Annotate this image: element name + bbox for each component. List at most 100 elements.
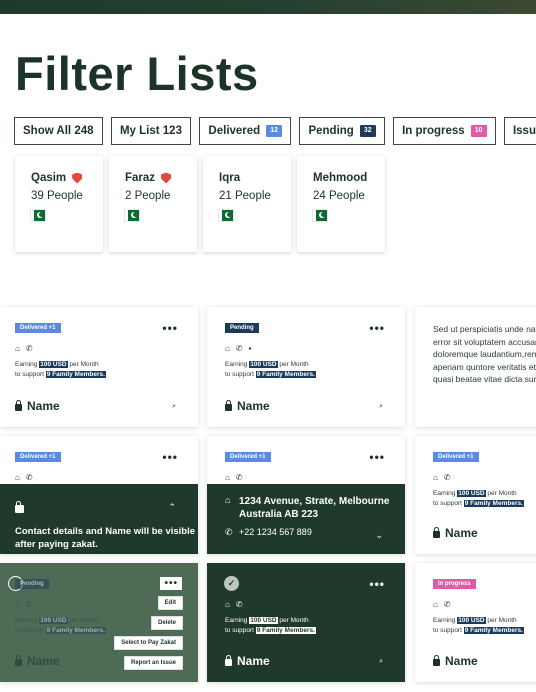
tab-issue[interactable]: Issue — [503, 117, 536, 145]
phone-icon: ✆ — [235, 344, 243, 353]
tab-in-progress[interactable]: In progress 10 — [393, 117, 496, 145]
tab-show-all[interactable]: Show All 248 — [14, 117, 103, 145]
person-name: Faraz — [125, 172, 156, 184]
status-badge: Pending — [15, 579, 49, 589]
tab-pending[interactable]: Pending 32 — [299, 117, 385, 145]
lock-icon — [225, 655, 232, 666]
more-options-button[interactable]: ••• — [369, 577, 385, 591]
beneficiary-card[interactable]: Sed ut perspiciatis unde natus error sit… — [415, 307, 536, 427]
lock-icon — [15, 400, 22, 411]
search-icon[interactable]: ⌕ — [379, 403, 383, 411]
tab-delivered[interactable]: Delivered 12 — [199, 117, 291, 145]
name-label: Name — [445, 654, 478, 668]
home-icon: ⌂ — [225, 600, 230, 609]
locked-message: Contact details and Name will be visible… — [15, 526, 196, 550]
contact-details: ⌂ 1234 Avenue, Strate, Melbourne Austral… — [207, 484, 405, 554]
phone-icon: ✆ — [25, 600, 33, 609]
verified-shield-icon — [161, 172, 172, 184]
beneficiary-card[interactable]: Pending ••• ⌂ ✆ ▪ Earning 100 USD per Mont… — [207, 307, 405, 427]
status-badge: Delivered +1 — [15, 452, 61, 462]
beneficiary-card-checked[interactable]: ✓ ••• ⌂ ✆ Earning 100 USD per Month to su… — [207, 563, 405, 682]
name-label: Name — [237, 654, 270, 668]
status-badge: Pending — [225, 323, 259, 333]
earning-info: Earning 100 USD per Month to support 9 F… — [15, 617, 106, 634]
count-badge: 32 — [359, 125, 376, 137]
chevron-up-icon[interactable]: ⌃ — [168, 502, 176, 513]
beneficiary-card[interactable]: Delivered +1 ••• ⌂ ✆ Earning 100 USD per … — [0, 307, 198, 427]
tab-my-list[interactable]: My List 123 — [110, 117, 191, 145]
people-count: 2 People — [125, 190, 171, 202]
tab-label: Delivered — [208, 125, 261, 137]
name-label: Name — [27, 654, 60, 668]
person-name: Iqra — [219, 172, 241, 184]
pakistan-flag-icon — [219, 210, 233, 221]
search-icon[interactable]: ⌕ — [172, 403, 176, 411]
name-label: Name — [237, 399, 270, 413]
lock-icon — [225, 400, 232, 411]
phone-icon: ✆ — [225, 527, 233, 537]
count-badge: 10 — [470, 125, 487, 137]
phone-icon: ✆ — [443, 600, 451, 609]
person-name: Qasim — [31, 172, 67, 184]
description-text: Sed ut perspiciatis unde natus error sit… — [433, 324, 536, 384]
earning-info: Earning 100 USD per Month to support 9 F… — [225, 617, 316, 634]
home-icon: ⌂ — [225, 344, 230, 353]
menu-item-delete[interactable]: Delete — [150, 616, 183, 630]
search-icon[interactable]: ⌕ — [379, 658, 383, 666]
count-badge: 12 — [266, 125, 282, 137]
id-card-icon: ▪ — [248, 344, 252, 353]
earning-info: Earning 100 USD per Month to support 9 F… — [433, 490, 524, 507]
home-icon: ⌂ — [15, 600, 20, 609]
status-badge: Delivered +1 — [433, 452, 479, 462]
more-options-button[interactable]: ••• — [369, 450, 385, 464]
beneficiary-card[interactable]: Delivered +1 ••• ⌂ ✆ ⌃ Contact details an… — [0, 436, 198, 554]
home-icon: ⌂ — [225, 473, 230, 482]
person-card-faraz[interactable]: Faraz 2 People — [109, 156, 197, 252]
pakistan-flag-icon — [125, 210, 139, 221]
phone-icon: ✆ — [443, 473, 451, 482]
status-badge: Delivered +1 — [225, 452, 271, 462]
beneficiary-card[interactable]: Delivered +1 ••• ⌂ ✆ ⌂ 1234 Avenue, Strat… — [207, 436, 405, 554]
more-options-button[interactable]: ••• — [162, 321, 178, 335]
phone-number: +22 1234 567 889 — [239, 527, 312, 537]
person-card-iqra[interactable]: Iqra 21 People — [203, 156, 291, 252]
beneficiary-card-selected[interactable]: Pending ••• ⌂ ✆ Earning 100 USD per Month… — [0, 563, 198, 682]
phone-icon: ✆ — [235, 600, 243, 609]
beneficiary-card[interactable]: Delivered +1 ⌂ ✆ Earning 100 USD per Mont… — [415, 436, 536, 554]
home-icon: ⌂ — [433, 473, 438, 482]
people-count: 24 People — [313, 190, 365, 202]
beneficiary-card[interactable]: In progress ⌂ ✆ Earning 100 USD per Month… — [415, 563, 536, 682]
lock-icon — [433, 655, 440, 666]
more-options-button[interactable]: ••• — [162, 450, 178, 464]
top-bar — [0, 0, 536, 14]
tab-label: Issue — [512, 125, 536, 137]
pakistan-flag-icon — [313, 210, 327, 221]
tab-label: Show All 248 — [23, 125, 94, 137]
tab-label: In progress — [402, 125, 465, 137]
home-icon: ⌂ — [225, 495, 231, 505]
name-label: Name — [445, 526, 478, 540]
people-count: 21 People — [219, 190, 271, 202]
menu-item-report-issue[interactable]: Report an Issue — [123, 656, 183, 670]
people-count: 39 People — [31, 190, 83, 202]
person-name: Mehmood — [313, 172, 368, 184]
filter-tabs: Show All 248 My List 123 Delivered 12 Pen… — [14, 117, 536, 145]
lock-icon — [15, 655, 22, 666]
chevron-down-icon[interactable]: ⌄ — [375, 530, 383, 541]
menu-item-select-to-pay[interactable]: Select to Pay Zakat — [114, 636, 183, 650]
home-icon: ⌂ — [15, 344, 20, 353]
person-card-mehmood[interactable]: Mehmood 24 People — [297, 156, 385, 252]
address-text: 1234 Avenue, Strate, Melbourne Australia… — [239, 496, 390, 520]
menu-item-edit[interactable]: Edit — [157, 596, 183, 610]
lock-icon — [433, 527, 440, 538]
checkmark-icon[interactable]: ✓ — [224, 576, 239, 591]
status-badge: In progress — [433, 579, 476, 589]
page-title: Filter Lists — [15, 47, 259, 100]
more-options-button[interactable]: ••• — [160, 577, 182, 590]
tab-label: My List 123 — [119, 125, 182, 137]
phone-icon: ✆ — [25, 473, 33, 482]
home-icon: ⌂ — [15, 473, 20, 482]
more-options-button[interactable]: ••• — [369, 321, 385, 335]
earning-info: Earning 100 USD per Month to support 9 F… — [225, 361, 316, 378]
person-card-qasim[interactable]: Qasim 39 People — [15, 156, 103, 252]
